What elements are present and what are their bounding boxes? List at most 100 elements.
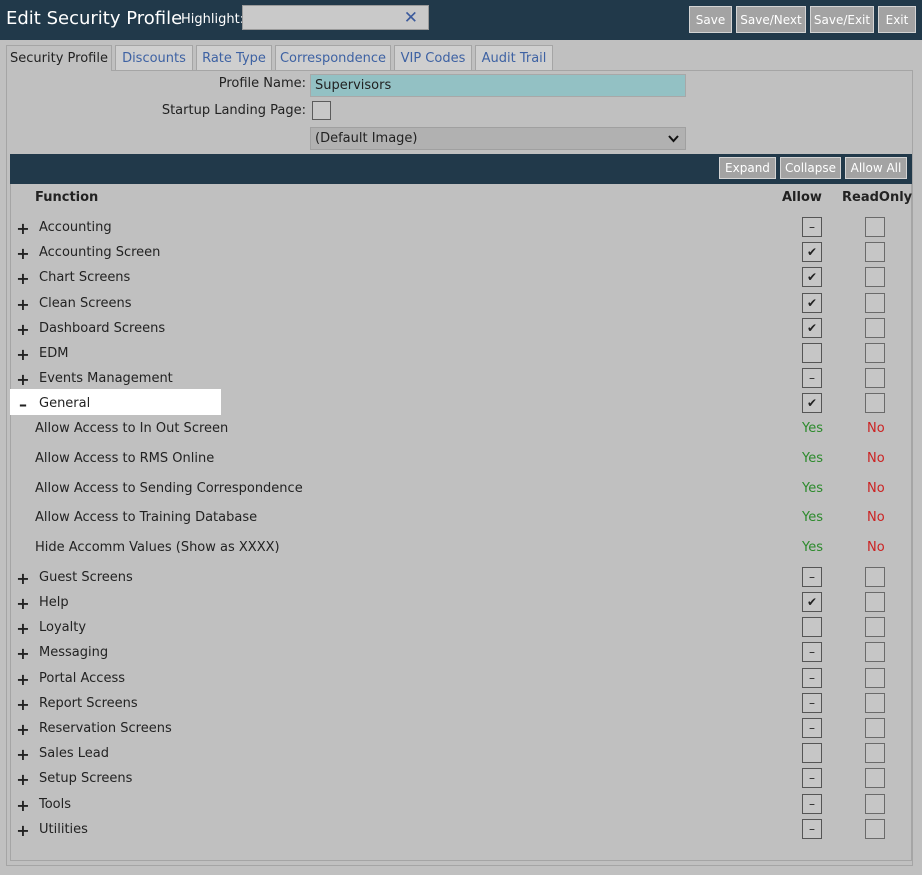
- allow-value[interactable]: Yes: [802, 451, 823, 466]
- allow-value[interactable]: Yes: [802, 481, 823, 496]
- tab-security-profile[interactable]: Security Profile: [6, 45, 112, 71]
- readonly-checkbox[interactable]: [865, 819, 885, 839]
- readonly-checkbox[interactable]: [865, 768, 885, 788]
- readonly-value[interactable]: No: [867, 481, 885, 496]
- allow-checkbox[interactable]: [802, 343, 822, 363]
- exit-button[interactable]: Exit: [878, 6, 916, 33]
- allow-checkbox[interactable]: –: [802, 368, 822, 388]
- readonly-checkbox[interactable]: [865, 267, 885, 287]
- permission-row[interactable]: + Accounting Screen ✔: [0, 242, 922, 267]
- readonly-checkbox[interactable]: [865, 242, 885, 262]
- expand-icon[interactable]: +: [16, 320, 30, 339]
- allow-checkbox[interactable]: –: [802, 819, 822, 839]
- readonly-checkbox[interactable]: [865, 693, 885, 713]
- expand-icon[interactable]: +: [16, 821, 30, 840]
- allow-checkbox[interactable]: –: [802, 693, 822, 713]
- save-button[interactable]: Save: [689, 6, 732, 33]
- readonly-checkbox[interactable]: [865, 567, 885, 587]
- clear-icon[interactable]: ✕: [404, 8, 418, 28]
- tab-audit-trail[interactable]: Audit Trail: [475, 45, 553, 70]
- readonly-checkbox[interactable]: [865, 617, 885, 637]
- expand-icon[interactable]: +: [16, 796, 30, 815]
- permission-row[interactable]: + Messaging –: [0, 642, 922, 667]
- expand-icon[interactable]: +: [16, 370, 30, 389]
- permission-row[interactable]: + Chart Screens ✔: [0, 267, 922, 292]
- permission-row[interactable]: + Portal Access –: [0, 668, 922, 693]
- readonly-checkbox[interactable]: [865, 668, 885, 688]
- allow-checkbox[interactable]: –: [802, 567, 822, 587]
- collapse-icon[interactable]: –: [16, 395, 30, 414]
- readonly-checkbox[interactable]: [865, 592, 885, 612]
- tab-correspondence[interactable]: Correspondence: [275, 45, 391, 70]
- readonly-value[interactable]: No: [867, 510, 885, 525]
- allow-checkbox[interactable]: ✔: [802, 393, 822, 413]
- readonly-checkbox[interactable]: [865, 393, 885, 413]
- allow-value[interactable]: Yes: [802, 421, 823, 436]
- expand-icon[interactable]: +: [16, 745, 30, 764]
- permission-row[interactable]: + Reservation Screens –: [0, 718, 922, 743]
- permission-row[interactable]: + Loyalty: [0, 617, 922, 642]
- expand-icon[interactable]: +: [16, 244, 30, 263]
- tab-rate-type[interactable]: Rate Type: [196, 45, 272, 70]
- readonly-value[interactable]: No: [867, 540, 885, 555]
- expand-icon[interactable]: +: [16, 770, 30, 789]
- allow-checkbox[interactable]: –: [802, 642, 822, 662]
- readonly-checkbox[interactable]: [865, 718, 885, 738]
- permission-row[interactable]: + Dashboard Screens ✔: [0, 318, 922, 343]
- highlight-input[interactable]: ✕: [242, 5, 429, 30]
- save-next-button[interactable]: Save/Next: [736, 6, 806, 33]
- tab-vip-codes[interactable]: VIP Codes: [394, 45, 472, 70]
- expand-icon[interactable]: +: [16, 619, 30, 638]
- expand-icon[interactable]: +: [16, 695, 30, 714]
- collapse-button[interactable]: Collapse: [780, 157, 841, 179]
- permission-row[interactable]: + Utilities –: [0, 819, 922, 844]
- allow-checkbox[interactable]: –: [802, 668, 822, 688]
- allow-checkbox[interactable]: ✔: [802, 318, 822, 338]
- allow-checkbox[interactable]: [802, 617, 822, 637]
- expand-icon[interactable]: +: [16, 295, 30, 314]
- permission-row[interactable]: + EDM: [0, 343, 922, 368]
- allow-value[interactable]: Yes: [802, 540, 823, 555]
- permission-row[interactable]: + Events Management –: [0, 368, 922, 393]
- expand-icon[interactable]: +: [16, 569, 30, 588]
- readonly-checkbox[interactable]: [865, 293, 885, 313]
- permission-row[interactable]: + Setup Screens –: [0, 768, 922, 793]
- profile-name-input[interactable]: Supervisors: [310, 74, 686, 97]
- allow-checkbox[interactable]: ✔: [802, 592, 822, 612]
- readonly-checkbox[interactable]: [865, 642, 885, 662]
- save-exit-button[interactable]: Save/Exit: [810, 6, 874, 33]
- permission-row[interactable]: – General ✔: [0, 393, 922, 418]
- readonly-value[interactable]: No: [867, 451, 885, 466]
- allow-checkbox[interactable]: ✔: [802, 293, 822, 313]
- allow-checkbox[interactable]: –: [802, 217, 822, 237]
- expand-button[interactable]: Expand: [719, 157, 776, 179]
- allow-checkbox[interactable]: [802, 743, 822, 763]
- permission-row[interactable]: + Report Screens –: [0, 693, 922, 718]
- allow-checkbox[interactable]: –: [802, 768, 822, 788]
- permission-row[interactable]: + Accounting –: [0, 217, 922, 242]
- expand-icon[interactable]: +: [16, 219, 30, 238]
- allow-all-button[interactable]: Allow All: [845, 157, 907, 179]
- allow-checkbox[interactable]: –: [802, 718, 822, 738]
- expand-icon[interactable]: +: [16, 345, 30, 364]
- readonly-checkbox[interactable]: [865, 794, 885, 814]
- expand-icon[interactable]: +: [16, 644, 30, 663]
- permission-row[interactable]: + Tools –: [0, 794, 922, 819]
- expand-icon[interactable]: +: [16, 594, 30, 613]
- expand-icon[interactable]: +: [16, 720, 30, 739]
- expand-icon[interactable]: +: [16, 670, 30, 689]
- tab-discounts[interactable]: Discounts: [115, 45, 193, 70]
- allow-checkbox[interactable]: ✔: [802, 242, 822, 262]
- allow-checkbox[interactable]: ✔: [802, 267, 822, 287]
- allow-value[interactable]: Yes: [802, 510, 823, 525]
- readonly-checkbox[interactable]: [865, 318, 885, 338]
- image-select[interactable]: (Default Image): [310, 127, 686, 150]
- permission-row[interactable]: + Sales Lead: [0, 743, 922, 768]
- permission-row[interactable]: + Guest Screens –: [0, 567, 922, 592]
- readonly-checkbox[interactable]: [865, 343, 885, 363]
- permission-row[interactable]: + Clean Screens ✔: [0, 293, 922, 318]
- readonly-checkbox[interactable]: [865, 743, 885, 763]
- readonly-checkbox[interactable]: [865, 217, 885, 237]
- expand-icon[interactable]: +: [16, 269, 30, 288]
- permission-row[interactable]: + Help ✔: [0, 592, 922, 617]
